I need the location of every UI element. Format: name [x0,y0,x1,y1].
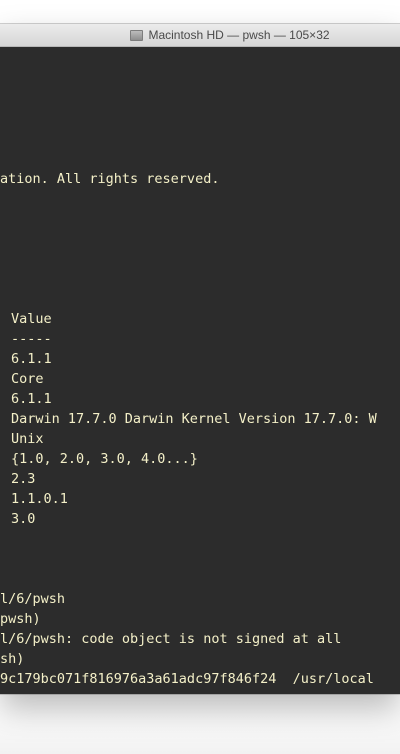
table-row: 3.0 [11,511,36,527]
table-row: Unix [11,431,44,447]
terminal-output[interactable]: ation. All rights reserved. Value ----- … [0,47,400,694]
table-row: {1.0, 2.0, 3.0, 4.0...} [11,451,198,467]
window-title-group: Macintosh HD — pwsh — 105×32 [130,28,330,42]
table-row: 1.1.0.1 [11,491,68,507]
screen: Macintosh HD — pwsh — 105×32 ation. All … [0,0,400,754]
output-line: sh) [0,651,25,667]
copyright-line: ation. All rights reserved. [0,171,220,187]
table-row: 6.1.1 [11,391,52,407]
window-title: Macintosh HD — pwsh — 105×32 [148,28,330,42]
output-line: l/6/pwsh [0,591,66,607]
table-row: 6.1.1 [11,351,52,367]
table-row: 2.3 [11,471,36,487]
output-line: pwsh) [0,611,41,627]
table-row: Core [11,371,44,387]
table-row: Darwin 17.7.0 Darwin Kernel Version 17.7… [11,411,377,427]
terminal-window[interactable]: Macintosh HD — pwsh — 105×32 ation. All … [0,24,400,694]
window-titlebar[interactable]: Macintosh HD — pwsh — 105×32 [0,24,400,47]
hard-disk-icon [130,29,144,41]
table-header-value: Value [11,311,52,327]
output-line: 9c179bc071f816976a3a61adc97f846f24 /usr/… [0,671,374,687]
output-line: l/6/pwsh: code object is not signed at a… [0,631,342,647]
table-divider: ----- [11,331,52,347]
